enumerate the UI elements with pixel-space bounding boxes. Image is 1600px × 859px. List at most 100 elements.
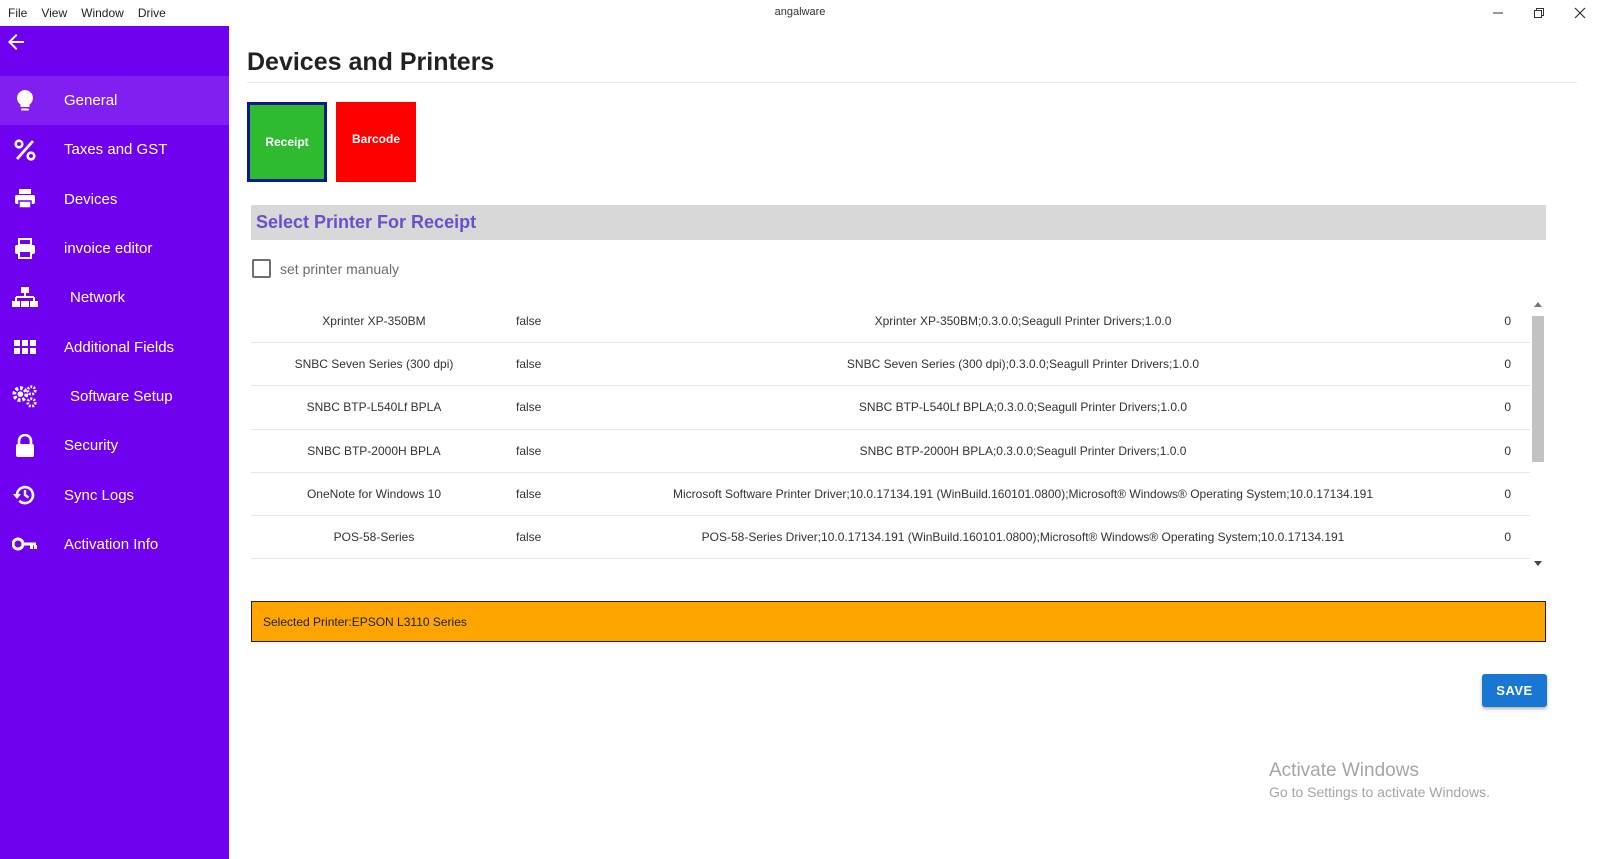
page-title: Devices and Printers: [247, 48, 495, 76]
scroll-up-icon[interactable]: [1534, 302, 1542, 307]
manual-printer-label: set printer manualy: [280, 260, 400, 277]
sidebar-item-label: Network: [70, 289, 126, 307]
activate-windows-watermark: Activate Windows Go to Settings to activ…: [1269, 760, 1490, 800]
sidebar-item-label: Sync Logs: [64, 486, 135, 504]
printer-status: 0: [1504, 486, 1511, 501]
sidebar-item-label: Devices: [64, 190, 118, 208]
sidebar-item-software-setup[interactable]: Software Setup: [0, 372, 229, 421]
menu-file[interactable]: File: [8, 6, 27, 20]
manual-printer-checkbox[interactable]: [252, 259, 271, 278]
close-button[interactable]: [1559, 0, 1600, 26]
sidebar-nav: General Taxes and GST Devices invoice ed…: [0, 76, 229, 569]
lock-icon: [12, 433, 38, 459]
title-divider: [247, 82, 1577, 83]
printer-driver: Xprinter XP-350BM;0.3.0.0;Seagull Printe…: [874, 314, 1172, 328]
menu-drive[interactable]: Drive: [138, 6, 166, 20]
printer-name: SNBC Seven Series (300 dpi): [294, 357, 454, 372]
main-content: Devices and Printers Receipt Barcode Sel…: [229, 26, 1600, 859]
printer-status: 0: [1504, 314, 1511, 328]
printer-row[interactable]: OneNote for Windows 10 false Microsoft S…: [251, 473, 1530, 516]
sidebar: General Taxes and GST Devices invoice ed…: [0, 26, 229, 859]
sidebar-item-additional-fields[interactable]: Additional Fields: [0, 322, 229, 371]
selected-printer-bar: Selected Printer:EPSON L3110 Series: [251, 601, 1546, 642]
menu-view[interactable]: View: [41, 6, 67, 20]
printer-default: false: [516, 443, 542, 458]
restore-button[interactable]: [1518, 0, 1559, 26]
save-button[interactable]: SAVE: [1482, 674, 1547, 707]
printer-status: 0: [1504, 357, 1511, 372]
sidebar-item-label: Security: [64, 437, 119, 455]
arrow-left-icon: [8, 34, 24, 50]
selected-printer-text: Selected Printer:EPSON L3110 Series: [263, 615, 467, 629]
printer-row[interactable]: SNBC BTP-2000H BPLA false SNBC BTP-2000H…: [251, 430, 1530, 473]
printer-name: POS-58-Series: [333, 529, 415, 544]
network-icon: [12, 285, 38, 311]
section-header: Select Printer For Receipt: [251, 205, 1546, 240]
printer-status: 0: [1504, 443, 1511, 458]
watermark-title: Activate Windows: [1269, 760, 1419, 781]
printer-default: false: [516, 357, 542, 372]
printer-driver: SNBC BTP-L540Lf BPLA;0.3.0.0;Seagull Pri…: [858, 400, 1188, 415]
sidebar-item-label: General: [64, 92, 118, 110]
printer-driver: SNBC Seven Series (300 dpi);0.3.0.0;Seag…: [846, 357, 1200, 372]
minimize-button[interactable]: [1477, 0, 1518, 26]
scroll-thumb[interactable]: [1532, 316, 1544, 462]
printer-list: Xprinter XP-350BM false Xprinter XP-350B…: [251, 300, 1530, 560]
sidebar-item-devices[interactable]: Devices: [0, 175, 229, 224]
printer-row[interactable]: POS-58-Series false POS-58-Series Driver…: [251, 516, 1530, 560]
printer-name: Xprinter XP-350BM: [322, 314, 426, 328]
manual-printer-option: set printer manualy: [252, 259, 399, 278]
printer-row[interactable]: Xprinter XP-350BM false Xprinter XP-350B…: [251, 300, 1530, 344]
printer-status: 0: [1504, 400, 1511, 415]
watermark-subtitle: Go to Settings to activate Windows.: [1269, 784, 1490, 800]
section-title: Select Printer For Receipt: [256, 212, 477, 232]
printer-icon: [12, 186, 38, 212]
printer-driver: Microsoft Software Printer Driver;10.0.1…: [672, 486, 1374, 501]
printer-row[interactable]: SNBC BTP-L540Lf BPLA false SNBC BTP-L540…: [251, 386, 1530, 430]
printer-default: false: [516, 400, 542, 415]
sidebar-item-label: Additional Fields: [64, 338, 175, 356]
percent-icon: [12, 137, 38, 163]
gears-icon: [12, 383, 38, 409]
title-bar: File View Window Drive angalware: [0, 0, 1600, 26]
sidebar-item-activation-info[interactable]: Activation Info: [0, 520, 229, 569]
receipt-type-label: Receipt: [265, 135, 309, 149]
barcode-type-label: Barcode: [351, 132, 401, 146]
printer-driver: SNBC BTP-2000H BPLA;0.3.0.0;Seagull Prin…: [859, 443, 1187, 458]
window-controls: [1477, 0, 1600, 26]
sidebar-item-label: Taxes and GST: [64, 141, 168, 159]
restore-icon: [1533, 8, 1544, 18]
printer-name: OneNote for Windows 10: [306, 486, 442, 501]
printer-driver: POS-58-Series Driver;10.0.17134.191 (Win…: [701, 529, 1345, 544]
lightbulb-icon: [12, 88, 38, 114]
history-icon: [12, 482, 38, 508]
printer-name: SNBC BTP-2000H BPLA: [307, 443, 441, 458]
printer-name: SNBC BTP-L540Lf BPLA: [306, 400, 442, 415]
printer-default: false: [516, 529, 542, 544]
key-icon: [12, 531, 38, 557]
printer-default: false: [516, 314, 542, 328]
printer-status: 0: [1504, 529, 1511, 544]
sidebar-item-security[interactable]: Security: [0, 421, 229, 470]
minimize-icon: [1492, 12, 1503, 14]
menu-bar: File View Window Drive: [8, 6, 166, 20]
receipt-type-button[interactable]: Receipt: [247, 102, 327, 182]
sidebar-item-label: Activation Info: [64, 535, 159, 553]
window-title: angalware: [774, 6, 826, 18]
printer-row[interactable]: SNBC Seven Series (300 dpi) false SNBC S…: [251, 343, 1530, 387]
sidebar-item-taxes[interactable]: Taxes and GST: [0, 125, 229, 174]
sidebar-item-sync-logs[interactable]: Sync Logs: [0, 470, 229, 519]
sidebar-item-general[interactable]: General: [0, 76, 229, 126]
printer-default: false: [516, 486, 542, 501]
printer-list-scrollbar[interactable]: [1530, 300, 1546, 568]
barcode-type-button[interactable]: Barcode: [336, 102, 416, 182]
sidebar-item-network[interactable]: Network: [0, 273, 229, 322]
back-button[interactable]: [4, 30, 28, 54]
scroll-down-icon[interactable]: [1534, 561, 1542, 566]
sidebar-item-invoice-editor[interactable]: invoice editor: [0, 224, 229, 273]
grid-icon: [12, 334, 38, 360]
close-icon: [1574, 7, 1585, 19]
sidebar-item-label: Software Setup: [70, 387, 173, 405]
sidebar-item-label: invoice editor: [64, 240, 153, 258]
menu-window[interactable]: Window: [81, 6, 124, 20]
